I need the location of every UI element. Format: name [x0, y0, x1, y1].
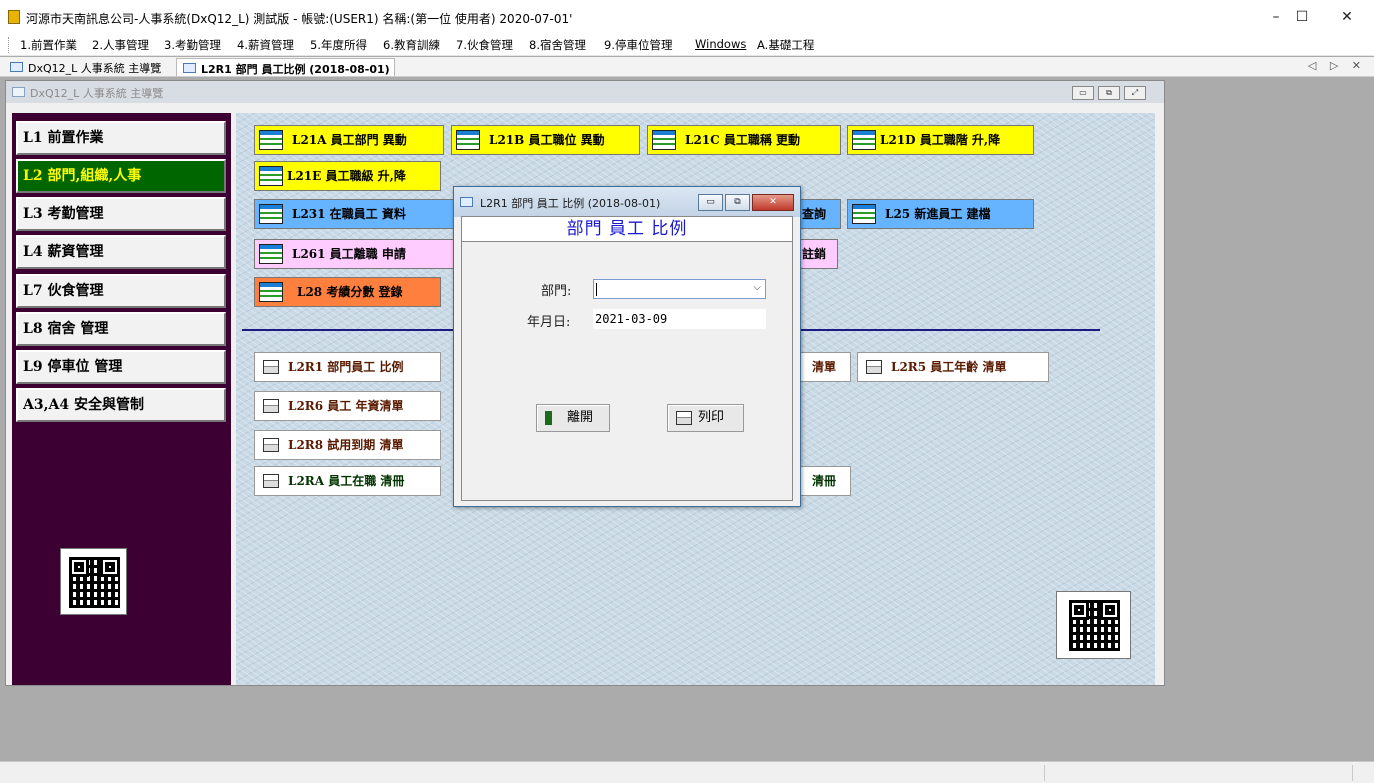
tab-label: L2R1 部門 員工比例 (2018-08-01) — [201, 63, 390, 76]
module-l21a-button[interactable]: L21A 員工部門 異動 — [254, 125, 444, 155]
form-icon — [259, 130, 283, 150]
date-field[interactable]: 2021-03-09 — [593, 309, 766, 329]
menu-item-base-engineering[interactable]: A.基礎工程 — [757, 37, 814, 53]
module-l23-query-button[interactable]: 查詢 — [797, 199, 841, 229]
form-icon — [183, 63, 196, 73]
printer-icon — [263, 399, 279, 413]
form-icon — [852, 130, 876, 150]
menu-item-meals[interactable]: 7.伙食管理 — [456, 37, 513, 53]
form-icon — [460, 197, 473, 207]
printer-icon — [263, 360, 279, 374]
sidebar-item-l8[interactable]: L8 宿舍 管理 — [16, 312, 226, 346]
l2r1-dialog: L2R1 部門 員工 比例 (2018-08-01) ▭ ⧉ ✕ 部門 員工 比… — [453, 186, 801, 507]
module-l21e-button[interactable]: L21E 員工職級 升,降 — [254, 161, 441, 191]
sidebar-item-a3-a4[interactable]: A3,A4 安全與管制 — [16, 388, 226, 422]
sidebar-item-l3[interactable]: L3 考勤管理 — [16, 197, 226, 231]
dialog-minimize-button[interactable]: ▭ — [698, 194, 723, 211]
chevron-down-icon[interactable]: ⌵ — [753, 282, 761, 293]
module-l21b-button[interactable]: L21B 員工職位 異動 — [451, 125, 640, 155]
app-icon — [8, 10, 20, 24]
sidebar-item-l2[interactable]: L2 部門,組織,人事 — [16, 159, 226, 193]
maximize-button[interactable]: ☐ — [1280, 4, 1324, 30]
mdi-restore-button[interactable]: ⧉ — [1098, 86, 1120, 100]
sidebar-item-l9[interactable]: L9 停車位 管理 — [16, 350, 226, 384]
menu-item-parking[interactable]: 9.停車位管理 — [604, 37, 672, 53]
module-l21c-button[interactable]: L21C 員工職稱 更動 — [647, 125, 841, 155]
report-l2r8-button[interactable]: L2R8 試用到期 清單 — [254, 430, 441, 460]
report-l2rb-button[interactable]: 清冊 — [797, 466, 851, 496]
tab-navigation-arrows[interactable]: ◁ ▷ ✕ — [1308, 59, 1366, 72]
dialog-title: L2R1 部門 員工 比例 (2018-08-01) — [480, 197, 661, 210]
sidebar-item-l1[interactable]: L1 前置作業 — [16, 121, 226, 155]
report-l2r1-button[interactable]: L2R1 部門員工 比例 — [254, 352, 441, 382]
menu-item-salary[interactable]: 4.薪資管理 — [237, 37, 294, 53]
qr-code-left — [60, 548, 127, 615]
printer-icon — [676, 411, 692, 425]
exit-button[interactable]: 離開 — [536, 404, 610, 432]
close-window-button[interactable]: ✕ — [1325, 4, 1369, 30]
report-l2r6-button[interactable]: L2R6 員工 年資清單 — [254, 391, 441, 421]
form-icon — [259, 166, 283, 186]
form-icon — [652, 130, 676, 150]
menu-item-preliminary[interactable]: 1.前置作業 — [20, 37, 77, 53]
window-title: 河源市天南訊息公司-人事系統(DxQ12_L) 測試版 - 帳號:(USER1)… — [26, 12, 573, 26]
form-icon — [259, 244, 283, 264]
mdi-close-button[interactable]: ⤢ — [1124, 86, 1146, 100]
form-icon — [12, 87, 25, 97]
report-l2r5-button[interactable]: L2R5 員工年齡 清單 — [857, 352, 1049, 382]
menu-grip — [8, 37, 10, 53]
sidebar: L1 前置作業 L2 部門,組織,人事 L3 考勤管理 L4 薪資管理 L7 伙… — [12, 113, 231, 685]
tab-l2r1[interactable]: L2R1 部門 員工比例 (2018-08-01) — [176, 58, 395, 76]
department-label: 部門: — [541, 284, 572, 299]
module-l231-button[interactable]: L231 在職員工 資料 — [254, 199, 454, 229]
qr-code-right — [1056, 591, 1131, 659]
module-l21d-button[interactable]: L21D 員工職階 升,降 — [847, 125, 1034, 155]
mdi-title: DxQ12_L 人事系統 主導覽 — [30, 87, 164, 100]
status-separator — [1352, 765, 1353, 781]
document-tabbar: DxQ12_L 人事系統 主導覽 L2R1 部門 員工比例 (2018-08-0… — [0, 57, 1374, 77]
department-select[interactable]: ⌵ — [593, 279, 766, 299]
module-l25-button[interactable]: L25 新進員工 建檔 — [847, 199, 1034, 229]
menu-item-training[interactable]: 6.教育訓練 — [383, 37, 440, 53]
status-bar — [0, 761, 1374, 783]
tab-label: DxQ12_L 人事系統 主導覽 — [28, 62, 162, 75]
menu-bar: 1.前置作業 2.人事管理 3.考勤管理 4.薪資管理 5.年度所得 6.教育訓… — [0, 34, 1374, 56]
menu-item-personnel[interactable]: 2.人事管理 — [92, 37, 149, 53]
form-icon — [10, 62, 23, 72]
dialog-titlebar: L2R1 部門 員工 比例 (2018-08-01) ▭ ⧉ ✕ — [454, 187, 800, 217]
printer-icon — [263, 474, 279, 488]
form-icon — [456, 130, 480, 150]
printer-icon — [263, 438, 279, 452]
mdi-minimize-button[interactable]: ▭ — [1072, 86, 1094, 100]
menu-item-annual-income[interactable]: 5.年度所得 — [310, 37, 367, 53]
tab-main-navigation[interactable]: DxQ12_L 人事系統 主導覽 — [4, 58, 165, 76]
window-titlebar: 河源市天南訊息公司-人事系統(DxQ12_L) 測試版 - 帳號:(USER1)… — [0, 0, 1374, 34]
menu-item-windows[interactable]: Windows — [695, 37, 746, 51]
form-icon — [259, 282, 283, 302]
print-button[interactable]: 列印 — [667, 404, 744, 432]
report-l2ra-button[interactable]: L2RA 員工在職 清冊 — [254, 466, 441, 496]
printer-icon — [866, 360, 882, 374]
status-separator — [1044, 765, 1045, 781]
module-l26-cancel-button[interactable]: 註銷 — [797, 239, 838, 269]
menu-item-dormitory[interactable]: 8.宿舍管理 — [529, 37, 586, 53]
sidebar-item-l7[interactable]: L7 伙食管理 — [16, 274, 226, 308]
form-icon — [259, 204, 283, 224]
dialog-restore-button[interactable]: ⧉ — [725, 194, 750, 211]
dialog-close-button[interactable]: ✕ — [752, 194, 794, 211]
module-l28-button[interactable]: L28 考績分數 登錄 — [254, 277, 441, 307]
sidebar-item-l4[interactable]: L4 薪資管理 — [16, 235, 226, 269]
module-l261-button[interactable]: L261 員工離職 申請 — [254, 239, 454, 269]
menu-item-attendance[interactable]: 3.考勤管理 — [164, 37, 221, 53]
dialog-heading: 部門 員工 比例 — [461, 216, 793, 242]
form-icon — [852, 204, 876, 224]
exit-door-icon — [545, 411, 561, 425]
report-l2r4-button[interactable]: 清單 — [797, 352, 851, 382]
text-cursor — [596, 283, 597, 296]
mdi-titlebar: DxQ12_L 人事系統 主導覽 ▭ ⧉ ⤢ — [6, 81, 1164, 103]
date-label: 年月日: — [527, 315, 571, 330]
